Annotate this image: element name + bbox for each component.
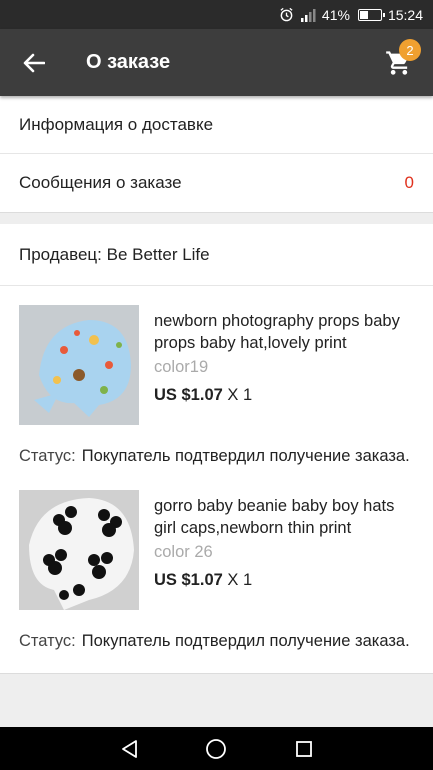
section-divider bbox=[0, 212, 433, 224]
battery-level bbox=[359, 10, 368, 19]
battery-icon bbox=[357, 8, 385, 21]
order-messages-row[interactable]: Сообщения о заказе 0 bbox=[0, 154, 433, 212]
signal-icon bbox=[300, 8, 316, 22]
order-item[interactable]: newborn photography props baby props bab… bbox=[0, 286, 433, 488]
nav-recents-button[interactable] bbox=[284, 729, 324, 769]
battery-percent: 41% bbox=[321, 6, 350, 23]
square-recents-icon bbox=[296, 740, 313, 757]
page-title: О заказе bbox=[86, 51, 171, 73]
status-label: Статус: bbox=[19, 632, 76, 650]
order-status: Статус: Покупатель подтвердил получение … bbox=[19, 610, 414, 673]
product-image[interactable] bbox=[19, 305, 139, 425]
product-price: US $1.07 bbox=[154, 386, 223, 404]
order-details: Информация о доставке Сообщения о заказе… bbox=[0, 96, 433, 727]
product-quantity: X 1 bbox=[227, 571, 253, 589]
nav-back-button[interactable] bbox=[109, 729, 149, 769]
product-price: US $1.07 bbox=[154, 571, 223, 589]
alarm-icon bbox=[279, 7, 294, 22]
delivery-info-label: Информация о доставке bbox=[19, 114, 214, 134]
status-label: Статус: bbox=[19, 447, 76, 465]
cart-button[interactable]: 2 bbox=[381, 39, 421, 83]
order-item[interactable]: gorro baby beanie baby boy hats girl cap… bbox=[0, 488, 433, 673]
triangle-back-icon bbox=[121, 739, 137, 758]
product-title[interactable]: newborn photography props baby props bab… bbox=[154, 310, 414, 354]
order-messages-count: 0 bbox=[404, 173, 414, 192]
product-title[interactable]: gorro baby beanie baby boy hats girl cap… bbox=[154, 495, 414, 539]
product-color: color 26 bbox=[154, 543, 213, 561]
product-image[interactable] bbox=[19, 490, 139, 610]
product-price-line: US $1.07 X 1 bbox=[154, 386, 414, 405]
product-quantity: X 1 bbox=[227, 386, 253, 404]
app-bar: О заказе 2 bbox=[0, 29, 433, 96]
back-button[interactable] bbox=[0, 29, 68, 96]
status-bar: 41% 15:24 bbox=[0, 0, 433, 29]
delivery-info-row[interactable]: Информация о доставке bbox=[0, 96, 433, 154]
clock: 15:24 bbox=[387, 6, 423, 23]
product-price-line: US $1.07 X 1 bbox=[154, 571, 414, 590]
circle-home-icon bbox=[206, 738, 227, 759]
cart-count-badge: 2 bbox=[399, 39, 421, 61]
order-links: Информация о доставке Сообщения о заказе… bbox=[0, 96, 433, 212]
product-color: color19 bbox=[154, 358, 209, 376]
status-text: Покупатель подтвердил получение заказа. bbox=[81, 632, 410, 650]
section-divider bbox=[0, 673, 433, 685]
arrow-left-icon bbox=[23, 53, 45, 72]
order-messages-label: Сообщения о заказе bbox=[19, 173, 182, 192]
nav-home-button[interactable] bbox=[196, 729, 236, 769]
seller-row[interactable]: Продавец: Be Better Life bbox=[0, 224, 433, 286]
order-status: Статус: Покупатель подтвердил получение … bbox=[19, 425, 414, 488]
seller-label: Продавец: Be Better Life bbox=[19, 244, 210, 264]
system-nav-bar bbox=[0, 727, 433, 770]
status-text: Покупатель подтвердил получение заказа. bbox=[81, 447, 410, 465]
